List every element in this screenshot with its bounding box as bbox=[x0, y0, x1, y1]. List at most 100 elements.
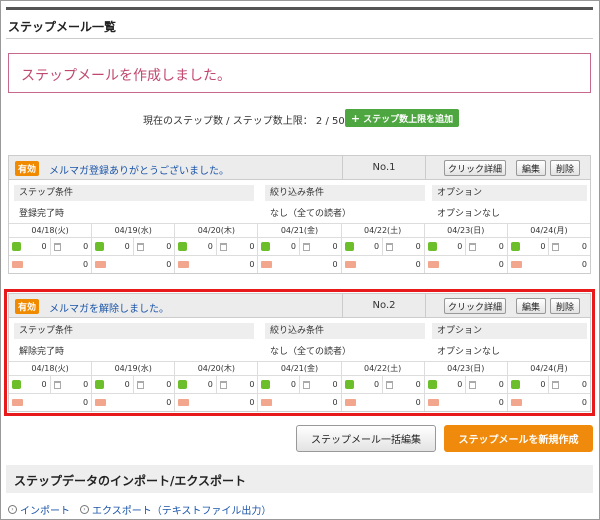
mail-icon bbox=[95, 261, 107, 268]
day-removed: 0 bbox=[581, 242, 587, 251]
day-removed: 0 bbox=[83, 380, 89, 389]
day-date: 04/18(火) bbox=[9, 224, 92, 238]
day-readers: 0 bbox=[457, 380, 463, 389]
trash-icon bbox=[53, 380, 61, 389]
delete-button[interactable]: 削除 bbox=[550, 298, 580, 314]
day-removed: 0 bbox=[415, 242, 421, 251]
conditions-row: ステップ条件 登録完了時 絞り込み条件 なし（全ての読者） オプション オプショ… bbox=[9, 180, 590, 224]
edit-button[interactable]: 編集 bbox=[516, 298, 546, 314]
user-icon bbox=[344, 380, 354, 389]
trash-icon bbox=[136, 380, 144, 389]
filter-label: 絞り込み条件 bbox=[265, 185, 425, 201]
export-link[interactable]: › エクスポート（テキストファイル出力） bbox=[80, 502, 271, 517]
mail-icon bbox=[261, 261, 273, 268]
click-detail-button[interactable]: クリック詳細 bbox=[444, 160, 506, 176]
day-readers: 0 bbox=[124, 242, 130, 251]
step-mail-header: 有効 メルマガを解除しました。 No.2 クリック詳細 編集 削除 bbox=[9, 294, 590, 318]
day-removed: 0 bbox=[581, 380, 587, 389]
user-icon bbox=[95, 380, 105, 389]
trash-icon bbox=[136, 242, 144, 251]
step-condition: ステップ条件 登録完了時 bbox=[14, 185, 254, 219]
title-divider bbox=[6, 38, 593, 39]
day-readers: 0 bbox=[540, 380, 546, 389]
trash-icon bbox=[469, 242, 477, 251]
conditions-row: ステップ条件 解除完了時 絞り込み条件 なし（全ての読者） オプション オプショ… bbox=[9, 318, 590, 362]
day-date: 04/18(火) bbox=[9, 362, 92, 376]
day-sent: 0 bbox=[581, 398, 587, 407]
day-readers: 0 bbox=[41, 380, 47, 389]
click-detail-button[interactable]: クリック詳細 bbox=[444, 298, 506, 314]
day-stat: 04/24(月) 0 0 0 bbox=[507, 224, 590, 273]
delete-button[interactable]: 削除 bbox=[550, 160, 580, 176]
day-date: 04/24(月) bbox=[507, 224, 590, 238]
notice-text: ステップメールを作成しました。 bbox=[21, 68, 231, 84]
filter-label: 絞り込み条件 bbox=[265, 323, 425, 339]
day-stat: 04/21(金) 0 0 0 bbox=[258, 224, 342, 273]
day-removed: 0 bbox=[498, 242, 504, 251]
daily-stats: 04/18(火) 0 0 0 04/19(水) 0 0 0 04/20(木) 0 bbox=[9, 224, 590, 273]
mail-icon bbox=[510, 261, 522, 268]
step-mail-title[interactable]: メルマガ登録ありがとうございました。 bbox=[49, 162, 229, 177]
day-sent: 0 bbox=[415, 398, 421, 407]
status-badge: 有効 bbox=[15, 299, 39, 314]
page-title: ステップメール一覧 bbox=[8, 20, 117, 34]
day-stat: 04/18(火) 0 0 0 bbox=[9, 362, 93, 411]
day-stat: 04/22(土) 0 0 0 bbox=[341, 362, 425, 411]
mail-icon bbox=[95, 399, 107, 406]
day-date: 04/24(月) bbox=[507, 362, 590, 376]
day-stat: 04/21(金) 0 0 0 bbox=[258, 362, 342, 411]
import-link[interactable]: › インポート bbox=[8, 502, 70, 517]
create-new-button[interactable]: ステップメールを新規作成 bbox=[444, 425, 593, 452]
step-mail-block: 有効 メルマガを解除しました。 No.2 クリック詳細 編集 削除 ステップ条件… bbox=[4, 289, 595, 416]
day-date: 04/22(土) bbox=[341, 362, 424, 376]
day-removed: 0 bbox=[498, 380, 504, 389]
trash-icon bbox=[303, 380, 310, 389]
user-icon bbox=[510, 380, 520, 389]
day-sent: 0 bbox=[332, 260, 338, 269]
step-count-text: 現在のステップ数 / ステップ数上限： 2 / 50 bbox=[143, 116, 345, 127]
user-icon bbox=[261, 242, 271, 251]
success-notice: ステップメールを作成しました。 bbox=[8, 53, 591, 93]
filter-value: なし（全ての読者） bbox=[270, 209, 352, 219]
day-sent: 0 bbox=[249, 260, 255, 269]
filter-value: なし（全ての読者） bbox=[270, 347, 352, 357]
edit-button[interactable]: 編集 bbox=[516, 160, 546, 176]
import-export-header: ステップデータのインポート/エクスポート bbox=[6, 465, 593, 493]
day-date: 04/19(水) bbox=[92, 362, 175, 376]
day-date: 04/23(日) bbox=[424, 362, 507, 376]
day-removed: 0 bbox=[332, 242, 338, 251]
day-sent: 0 bbox=[498, 398, 504, 407]
user-icon bbox=[95, 242, 105, 251]
day-removed: 0 bbox=[332, 380, 338, 389]
mail-icon bbox=[178, 399, 190, 406]
day-removed: 0 bbox=[166, 242, 172, 251]
day-readers: 0 bbox=[124, 380, 130, 389]
day-sent: 0 bbox=[166, 398, 172, 407]
plus-icon: + bbox=[350, 111, 361, 125]
step-condition-label: ステップ条件 bbox=[14, 323, 254, 339]
mail-icon bbox=[344, 399, 356, 406]
day-readers: 0 bbox=[207, 242, 213, 251]
day-stat: 04/23(日) 0 0 0 bbox=[424, 224, 508, 273]
step-condition: ステップ条件 解除完了時 bbox=[14, 323, 254, 357]
day-removed: 0 bbox=[166, 380, 172, 389]
add-step-limit-button[interactable]: + ステップ数上限を追加 bbox=[345, 109, 459, 127]
step-mail-title[interactable]: メルマガを解除しました。 bbox=[49, 300, 169, 315]
import-link-label: インポート bbox=[20, 506, 70, 517]
option-condition: オプション オプションなし bbox=[432, 185, 587, 219]
mail-icon bbox=[344, 261, 356, 268]
add-step-limit-label: ステップ数上限を追加 bbox=[363, 114, 454, 125]
user-icon bbox=[178, 380, 188, 389]
trash-icon bbox=[303, 242, 310, 251]
day-readers: 0 bbox=[374, 380, 380, 389]
day-date: 04/21(金) bbox=[258, 362, 341, 376]
day-sent: 0 bbox=[498, 260, 504, 269]
day-stat: 04/20(木) 0 0 0 bbox=[175, 224, 259, 273]
mail-icon bbox=[427, 261, 439, 268]
day-sent: 0 bbox=[166, 260, 172, 269]
day-date: 04/23(日) bbox=[424, 224, 507, 238]
user-icon bbox=[12, 242, 21, 251]
bulk-edit-button[interactable]: ステップメール一括編集 bbox=[296, 425, 436, 452]
user-icon bbox=[178, 242, 188, 251]
day-removed: 0 bbox=[83, 242, 89, 251]
